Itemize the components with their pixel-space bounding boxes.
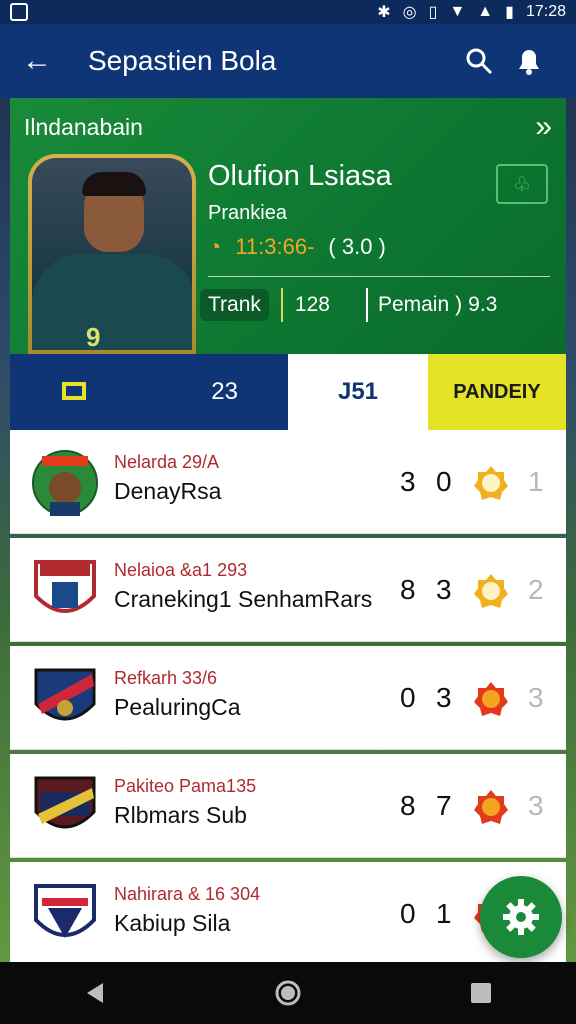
team-name: Rlbmars Sub: [114, 802, 247, 828]
app-title: Sepastien Bola: [88, 45, 277, 76]
score-away: 3: [436, 574, 452, 605]
settings-fab[interactable]: [480, 876, 562, 958]
status-time: 17:28: [525, 3, 566, 20]
list-item[interactable]: Refkarh 33/6 PealuringCa 0 3 3: [10, 646, 566, 750]
wifi-icon: ▼: [449, 3, 466, 20]
team-logo-icon: [34, 668, 96, 721]
tab-overview-value: 23: [211, 378, 238, 405]
vibrate-icon: ▯: [428, 4, 438, 21]
tab-overview[interactable]: 23: [10, 354, 288, 430]
team-rank: 3: [528, 682, 544, 713]
player-stats: Trank 128 Pemain ) 9.3: [200, 288, 497, 322]
nav-home-icon[interactable]: [274, 979, 302, 1007]
jersey-number: 9: [86, 322, 101, 350]
divider: [208, 276, 550, 277]
team-subtitle: Refkarh 33/6: [114, 668, 218, 688]
system-nav-bar: [0, 962, 576, 1024]
signal-icon: ▲: [477, 3, 494, 20]
list-item[interactable]: Nelarda 29/A DenayRsa 3 0 1: [10, 430, 566, 534]
score-away: 3: [436, 682, 452, 713]
badge-icon: ♧: [513, 173, 531, 196]
status-bar: ✱ ◎ ▯ ▼ ▲ ▮ 17:28: [0, 0, 576, 24]
team-logo-icon: [34, 776, 96, 829]
stat-pill: Trank: [200, 289, 269, 321]
gear-icon: [503, 899, 539, 935]
score-home: 0: [400, 682, 416, 713]
separator: ): [455, 293, 463, 316]
player-jersey: [32, 254, 192, 350]
list-item[interactable]: Nelaioa &a1 293 Craneking1 SenhamRars 8 …: [10, 538, 566, 642]
bluetooth-icon: ✱: [377, 4, 391, 21]
team-rank: 1: [528, 466, 544, 497]
team-logo-icon: [32, 450, 98, 516]
shield-icon: [62, 382, 86, 400]
score-home: 8: [400, 790, 416, 821]
medal-icon: [474, 790, 508, 824]
search-button[interactable]: [454, 47, 504, 75]
player-score: ( 3.0 ): [328, 234, 386, 259]
team-name: PealuringCa: [114, 694, 241, 720]
player-hair: [82, 172, 146, 196]
medal-icon: [474, 682, 508, 716]
separator: [365, 288, 368, 322]
hero-label: Ilndanabain: [24, 114, 143, 140]
chevron-right-icon[interactable]: »: [535, 110, 552, 144]
nav-recents-icon[interactable]: [469, 981, 493, 1005]
clock-icon: ◔: [208, 234, 222, 259]
team-subtitle: Nahirara & 16 304: [114, 884, 261, 904]
team-name: DenayRsa: [114, 478, 222, 504]
featured-player-card[interactable]: Ilndanabain » 9 Olufion Lsiasa Prankiea …: [10, 98, 566, 354]
player-name: Olufion Lsiasa: [208, 160, 392, 192]
stat-value-2: 9.3: [468, 293, 498, 316]
score-home: 8: [400, 574, 416, 605]
player-role: Prankiea: [208, 202, 287, 224]
tab-bar: 23 J51 PANDEIY: [10, 354, 566, 430]
player-info: ◔ 11:3:66- ( 3.0 ): [208, 234, 386, 260]
medal-icon: [474, 466, 508, 500]
tab-standings[interactable]: PANDEIY: [428, 354, 566, 430]
nfc-icon: ◎: [402, 4, 417, 21]
score-away: 1: [436, 898, 452, 929]
team-logo-icon: [34, 884, 96, 938]
medal-icon: [474, 574, 508, 608]
team-subtitle: Nelarda 29/A: [114, 452, 220, 472]
notification-icon: [10, 3, 28, 21]
stat-label: Pemain: [377, 293, 450, 316]
team-rank: 2: [528, 574, 544, 605]
score-away: 7: [436, 790, 452, 821]
player-time: 11:3:66-: [235, 234, 315, 259]
team-logo-icon: [34, 560, 96, 613]
tab-matches[interactable]: J51: [288, 354, 428, 430]
battery-icon: ▮: [505, 4, 514, 21]
bell-icon: [519, 50, 539, 75]
team-name: Kabiup Sila: [114, 910, 231, 936]
notifications-button[interactable]: [504, 45, 554, 77]
app-bar: ← Sepastien Bola: [0, 24, 576, 98]
list-item[interactable]: Pakiteo Pama135 Rlbmars Sub 8 7 3: [10, 754, 566, 858]
team-subtitle: Nelaioa &a1 293: [114, 560, 248, 580]
score-away: 0: [436, 466, 452, 497]
team-subtitle: Pakiteo Pama135: [114, 776, 257, 796]
score-home: 3: [400, 466, 416, 497]
back-arrow-icon[interactable]: ←: [22, 44, 70, 78]
club-badge-button[interactable]: ♧: [496, 164, 548, 204]
team-list: Nelarda 29/A DenayRsa 3 0 1 Nelaioa &a1 …: [10, 430, 566, 970]
stat-value: 128: [294, 293, 330, 316]
search-icon: [466, 48, 493, 75]
score-home: 0: [400, 898, 416, 929]
separator: [280, 288, 283, 322]
nav-back-icon[interactable]: [83, 981, 107, 1005]
team-rank: 3: [528, 790, 544, 821]
player-photo-card: 9: [28, 154, 196, 354]
team-name: Craneking1 SenhamRars: [114, 586, 373, 612]
